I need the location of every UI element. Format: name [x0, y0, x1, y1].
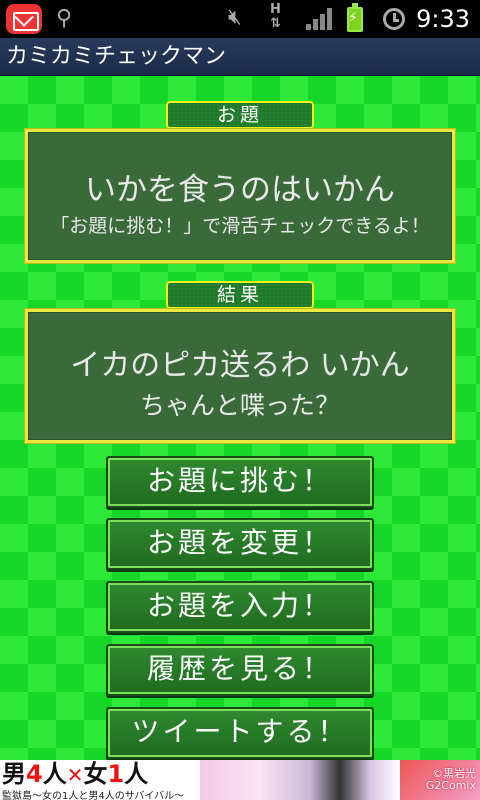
app-title-bar: カミカミチェックマン: [0, 38, 480, 76]
view-history-button[interactable]: 履歴を見る！: [106, 644, 374, 696]
battery-charging-icon: [347, 3, 363, 32]
status-time: 9:33: [416, 5, 470, 33]
result-board: イカのピカ送るわ いかん ちゃんと喋った？: [25, 309, 455, 443]
signal-icon: [306, 8, 332, 30]
ad-headline: 男4人✕女1人: [2, 760, 149, 788]
result-tag: 結果: [166, 281, 314, 309]
mail-icon[interactable]: [6, 4, 42, 34]
topic-board: いかを食うのはいかん 「お題に挑む！」で滑舌チェックできるよ！: [25, 129, 455, 263]
ad-credit: ©黒岩光 G2Comix: [425, 767, 476, 792]
result-question: ちゃんと喋った？: [139, 391, 340, 420]
result-phrase: イカのピカ送るわ いかん: [70, 348, 410, 383]
tweet-button[interactable]: ツイートする！: [106, 707, 374, 759]
app-title: カミカミチェックマン: [6, 44, 227, 69]
usb-icon: ⚲: [56, 6, 73, 31]
alarm-icon: [383, 8, 405, 30]
ad-illustration: [200, 760, 400, 800]
status-bar: ⚲ 🔇︎ H⇅ 9:33: [0, 0, 480, 38]
main-content: お題 いかを食うのはいかん 「お題に挑む！」で滑舌チェックできるよ！ 結果 イカ…: [0, 76, 480, 760]
change-topic-button[interactable]: お題を変更！: [106, 518, 374, 570]
ad-banner[interactable]: 男4人✕女1人 監獄島〜女の1人と男4人のサバイバル〜 ©黒岩光 G2Comix: [0, 760, 480, 800]
mute-icon: 🔇︎: [228, 5, 242, 30]
network-type-indicator: H ⇅: [270, 2, 281, 31]
topic-phrase: いかを食うのはいかん: [85, 172, 395, 208]
topic-hint: 「お題に挑む！」で滑舌チェックできるよ！: [50, 215, 430, 237]
ad-subline: 監獄島〜女の1人と男4人のサバイバル〜: [2, 791, 185, 800]
challenge-topic-button[interactable]: お題に挑む！: [106, 456, 374, 508]
topic-tag: お題: [166, 101, 314, 129]
input-topic-button[interactable]: お題を入力！: [106, 581, 374, 633]
